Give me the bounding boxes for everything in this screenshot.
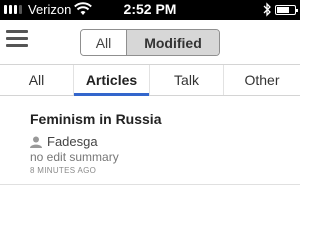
edit-summary: no edit summary bbox=[30, 150, 119, 164]
item-title: Feminism in Russia bbox=[30, 111, 162, 127]
segment-all[interactable]: All bbox=[81, 30, 127, 55]
filter-segmented-control: All Modified bbox=[80, 29, 220, 56]
list-item[interactable]: Feminism in Russia Fadesga no edit summa… bbox=[0, 97, 300, 185]
battery-icon bbox=[275, 5, 298, 15]
namespace-tabs: All Articles Talk Other bbox=[0, 64, 300, 96]
item-user: Fadesga bbox=[30, 134, 98, 149]
nav-bar: All Modified bbox=[0, 20, 300, 64]
tab-talk[interactable]: Talk bbox=[150, 65, 224, 95]
clock: 2:52 PM bbox=[123, 1, 177, 17]
menu-icon[interactable] bbox=[6, 30, 30, 54]
user-icon bbox=[30, 136, 42, 148]
edit-timestamp: 8 MINUTES AGO bbox=[30, 166, 97, 175]
tab-articles[interactable]: Articles bbox=[74, 65, 150, 96]
status-bar: Verizon 2:52 PM bbox=[0, 0, 300, 20]
tab-all[interactable]: All bbox=[0, 65, 74, 95]
user-name: Fadesga bbox=[47, 134, 98, 149]
segment-modified[interactable]: Modified bbox=[127, 30, 219, 55]
bluetooth-icon bbox=[263, 2, 271, 17]
tab-other[interactable]: Other bbox=[224, 65, 300, 95]
